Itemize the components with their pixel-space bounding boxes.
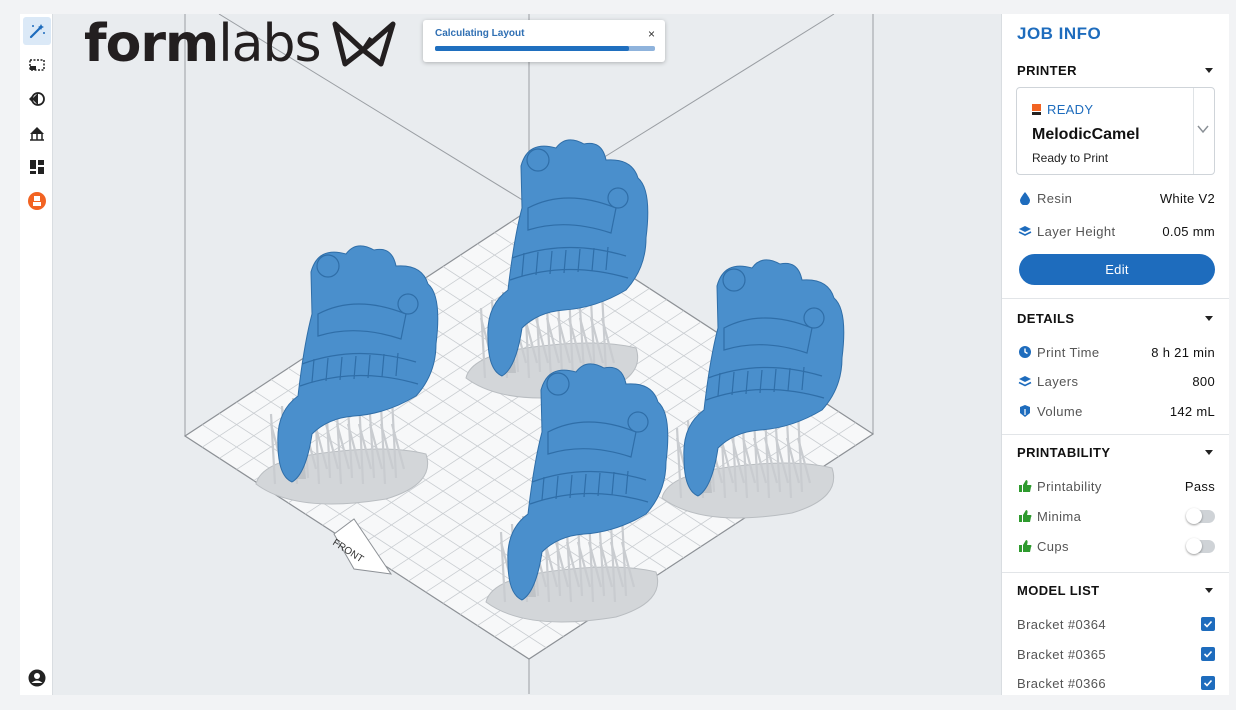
- resin-value: White V2: [1159, 190, 1215, 206]
- minima-row: Minima: [1017, 506, 1215, 526]
- progress-bar: [435, 46, 655, 51]
- layers-value: 800: [1192, 373, 1215, 389]
- progress-fill: [435, 46, 629, 51]
- model-name: Bracket #0365: [1017, 646, 1107, 662]
- printability-value: Pass: [1184, 478, 1215, 494]
- cups-label: Cups: [1037, 538, 1069, 554]
- thumbs-up-icon: [1017, 479, 1032, 494]
- thumbs-up-icon: [1017, 509, 1032, 524]
- volume-value: 142 mL: [1169, 403, 1215, 419]
- formlabs-logo: formlabs: [84, 18, 397, 70]
- list-item[interactable]: Bracket #0366: [1017, 673, 1215, 693]
- model-list-section-heading[interactable]: MODEL LIST: [1017, 583, 1099, 598]
- layout-icon[interactable]: [23, 153, 51, 181]
- magic-wand-icon[interactable]: [23, 17, 51, 45]
- build-scene[interactable]: FRONT: [54, 14, 1001, 695]
- close-icon[interactable]: ×: [648, 27, 655, 41]
- orient-icon[interactable]: [23, 85, 51, 113]
- droplet-icon: [1017, 191, 1032, 206]
- volume-row: Volume 142 mL: [1017, 401, 1215, 421]
- printability-row: Printability Pass: [1017, 476, 1215, 496]
- printer-substatus: Ready to Print: [1032, 151, 1109, 165]
- account-icon[interactable]: [23, 664, 51, 692]
- list-item[interactable]: Bracket #0364: [1017, 614, 1215, 634]
- printer-selector[interactable]: READY MelodicCamel Ready to Print: [1016, 87, 1215, 175]
- chevron-down-icon[interactable]: [1196, 122, 1210, 136]
- printability-section-heading[interactable]: PRINTABILITY: [1017, 445, 1110, 460]
- resin-label: Resin: [1037, 190, 1073, 206]
- printer-name: MelodicCamel: [1032, 126, 1140, 143]
- printability-caret-icon[interactable]: [1205, 450, 1213, 455]
- toast-title: Calculating Layout: [435, 28, 525, 39]
- panel-title: JOB INFO: [1017, 24, 1102, 43]
- printer-section-heading[interactable]: PRINTER: [1017, 63, 1077, 78]
- select-region-icon[interactable]: [23, 51, 51, 79]
- details-caret-icon[interactable]: [1205, 316, 1213, 321]
- cups-toggle[interactable]: [1186, 537, 1215, 554]
- layer-height-label: Layer Height: [1037, 223, 1116, 239]
- clock-icon: [1017, 345, 1032, 360]
- printer-status: READY: [1032, 102, 1093, 117]
- print-time-label: Print Time: [1037, 344, 1100, 360]
- left-toolbar: [20, 14, 53, 695]
- printer-caret-icon[interactable]: [1205, 68, 1213, 73]
- volume-label: Volume: [1037, 403, 1083, 419]
- app-window: FRONT formlabs Calculating Layout × JOB …: [20, 14, 1229, 695]
- print-time-value: 8 h 21 min: [1151, 344, 1215, 360]
- supports-icon[interactable]: [23, 119, 51, 147]
- details-section-heading[interactable]: DETAILS: [1017, 311, 1074, 326]
- status-printer-icon: [1032, 104, 1041, 115]
- resin-row: Resin White V2: [1017, 188, 1215, 208]
- layer-height-icon: [1017, 224, 1032, 239]
- layers-row: Layers 800: [1017, 371, 1215, 391]
- model-list-caret-icon[interactable]: [1205, 588, 1213, 593]
- list-item[interactable]: Bracket #0365: [1017, 644, 1215, 664]
- model-checkbox[interactable]: [1201, 647, 1215, 661]
- layer-height-value: 0.05 mm: [1162, 223, 1215, 239]
- model-name: Bracket #0364: [1017, 616, 1107, 632]
- minima-toggle[interactable]: [1186, 507, 1215, 524]
- layer-height-row: Layer Height 0.05 mm: [1017, 221, 1215, 241]
- printer-status-text: READY: [1047, 102, 1094, 117]
- edit-button[interactable]: Edit: [1019, 254, 1215, 285]
- layers-icon: [1017, 374, 1032, 389]
- calculating-layout-toast: Calculating Layout ×: [423, 20, 665, 62]
- butterfly-logo-icon: [332, 21, 396, 67]
- logo-text-bold: form: [84, 14, 219, 74]
- 3d-viewport[interactable]: FRONT formlabs Calculating Layout ×: [54, 14, 1001, 695]
- thumbs-up-icon: [1017, 539, 1032, 554]
- print-time-row: Print Time 8 h 21 min: [1017, 342, 1215, 362]
- minima-label: Minima: [1037, 508, 1082, 524]
- volume-icon: [1017, 404, 1032, 419]
- model-checkbox[interactable]: [1201, 676, 1215, 690]
- printer-status-icon[interactable]: [23, 187, 51, 215]
- logo-text-thin: labs: [218, 14, 321, 74]
- model-checkbox[interactable]: [1201, 617, 1215, 631]
- model-name: Bracket #0366: [1017, 675, 1107, 691]
- layers-label: Layers: [1037, 373, 1079, 389]
- printability-label: Printability: [1037, 478, 1102, 494]
- cups-row: Cups: [1017, 536, 1215, 556]
- job-info-panel: JOB INFO PRINTER READY MelodicCamel Read…: [1001, 14, 1229, 695]
